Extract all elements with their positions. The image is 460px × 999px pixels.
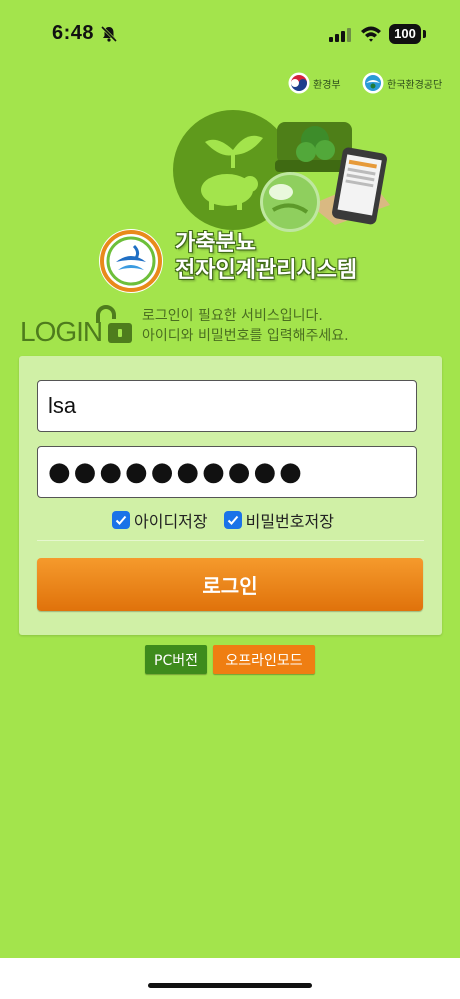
pc-version-button[interactable]: PC버전 xyxy=(145,645,207,674)
user-id-value: lsa xyxy=(48,393,77,418)
app-title: 가축분뇨 전자인계관리시스템 xyxy=(175,230,357,284)
login-button[interactable]: 로그인 xyxy=(37,558,423,611)
keco-emblem-icon xyxy=(362,72,384,94)
user-id-input[interactable]: lsa xyxy=(37,380,417,432)
remember-options: 아이디저장 비밀번호저장 xyxy=(112,508,334,532)
battery-tip xyxy=(423,30,426,38)
offline-mode-button[interactable]: 오프라인모드 xyxy=(213,645,315,674)
checkbox-checked-icon xyxy=(112,511,130,529)
taegeuk-emblem-icon xyxy=(288,72,310,94)
hero-illustration xyxy=(165,110,390,239)
login-description-line1: 로그인이 필요한 서비스입니다. xyxy=(142,308,323,324)
app-title-line2: 전자인계관리시스템 xyxy=(175,258,358,283)
login-heading: LOGIN xyxy=(20,316,103,347)
checkbox-checked-icon xyxy=(223,511,242,529)
org-keco-link[interactable]: 한국환경공단 xyxy=(362,72,442,94)
bottom-safe-area xyxy=(0,958,460,999)
status-time: 6:48 xyxy=(52,22,95,44)
bell-slash-icon xyxy=(100,25,118,47)
status-bar: 6:48 100 xyxy=(0,0,460,70)
home-indicator[interactable] xyxy=(148,983,312,988)
app-title-line1: 가축분뇨 xyxy=(175,231,256,256)
password-value: ●●●●●●●●●● xyxy=(48,457,305,487)
login-description: 로그인이 필요한 서비스입니다. 아이디와 비밀번호를 입력해주세요. xyxy=(142,306,349,346)
remember-id-checkbox[interactable]: 아이디저장 xyxy=(112,508,208,532)
battery-icon: 100 xyxy=(389,24,421,44)
remember-password-label: 비밀번호저장 xyxy=(245,512,334,531)
remember-password-checkbox[interactable]: 비밀번호저장 xyxy=(223,508,334,532)
cellular-signal-icon xyxy=(329,27,351,46)
login-description-line2: 아이디와 비밀번호를 입력해주세요. xyxy=(142,328,349,344)
app-logo-icon xyxy=(98,228,164,298)
org-ministry-link[interactable]: 환경부 xyxy=(288,72,341,94)
wifi-icon xyxy=(360,25,382,47)
password-input[interactable]: ●●●●●●●●●● xyxy=(37,446,417,498)
unlock-icon xyxy=(92,303,134,349)
org-ministry-label: 환경부 xyxy=(313,79,341,91)
remember-id-label: 아이디저장 xyxy=(134,512,208,531)
panel-divider xyxy=(37,540,424,541)
org-keco-label: 한국환경공단 xyxy=(387,79,443,91)
